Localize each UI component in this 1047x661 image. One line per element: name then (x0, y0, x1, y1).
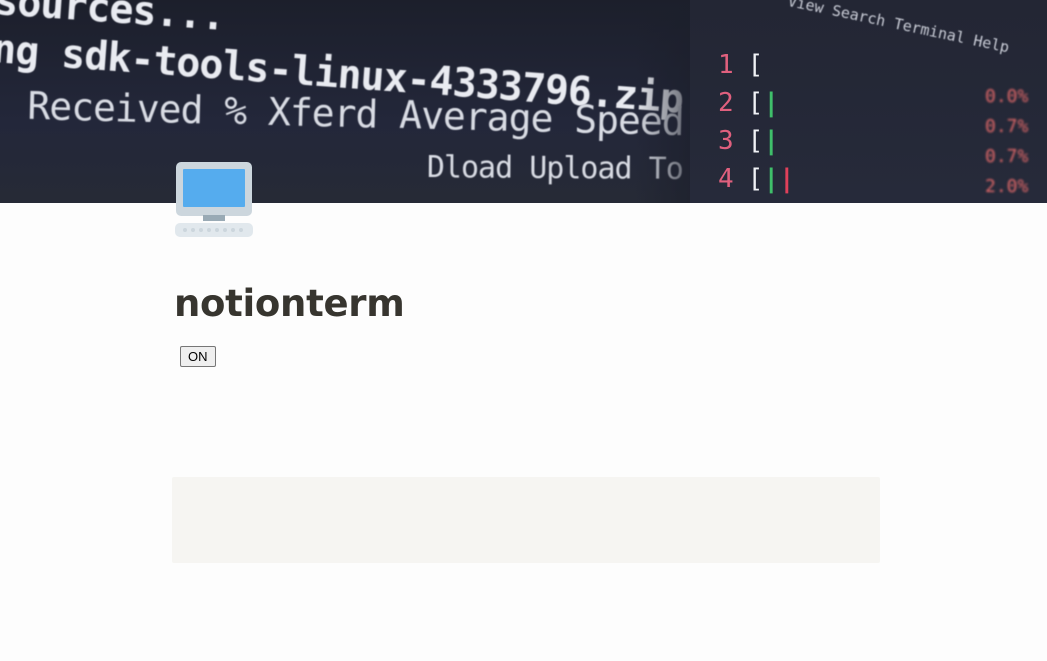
cpu-row-bracket: [ (747, 88, 764, 118)
notion-page: sources... ng sdk-tools-linux-4333796.zi… (0, 0, 1047, 661)
cover-cpu-row: 3 [| (718, 126, 779, 156)
cover-cpu-percent: 0.0% (985, 86, 1029, 107)
cpu-row-bracket: [ (747, 126, 764, 156)
cover-cpu-row: 4 [|| (718, 164, 795, 194)
cover-cpu-row: 1[ (718, 50, 763, 80)
cpu-row-number: 4 (718, 164, 734, 194)
terminal-embed-block[interactable] (172, 477, 880, 563)
cover-fade (635, 0, 695, 203)
cover-cpu-row: 2 [| (718, 88, 779, 118)
cover-cpu-percent: 0.7% (985, 146, 1029, 167)
cpu-row-bracket: [ (747, 164, 764, 194)
cover-htop-panel: View Search Terminal Help 1[ 2 [| 3 [| 4 [|… (690, 0, 1047, 203)
cpu-row-bracket: [ (747, 50, 764, 80)
desktop-computer-icon[interactable] (175, 161, 253, 239)
page-cover-image[interactable]: sources... ng sdk-tools-linux-4333796.zi… (0, 0, 1047, 203)
cpu-row-number: 2 (718, 88, 734, 118)
cover-cpu-percent: 2.0% (985, 176, 1029, 197)
on-toggle-button[interactable]: ON (180, 346, 216, 367)
page-title[interactable]: notionterm (174, 281, 405, 327)
cover-terminal-text: sources... ng sdk-tools-linux-4333796.zi… (0, 0, 695, 203)
cover-cpu-percent: 0.7% (985, 116, 1029, 137)
cpu-row-number: 1 (718, 50, 734, 80)
cpu-row-number: 3 (718, 126, 734, 156)
cover-menu-text: View Search Terminal Help (786, 0, 1011, 57)
